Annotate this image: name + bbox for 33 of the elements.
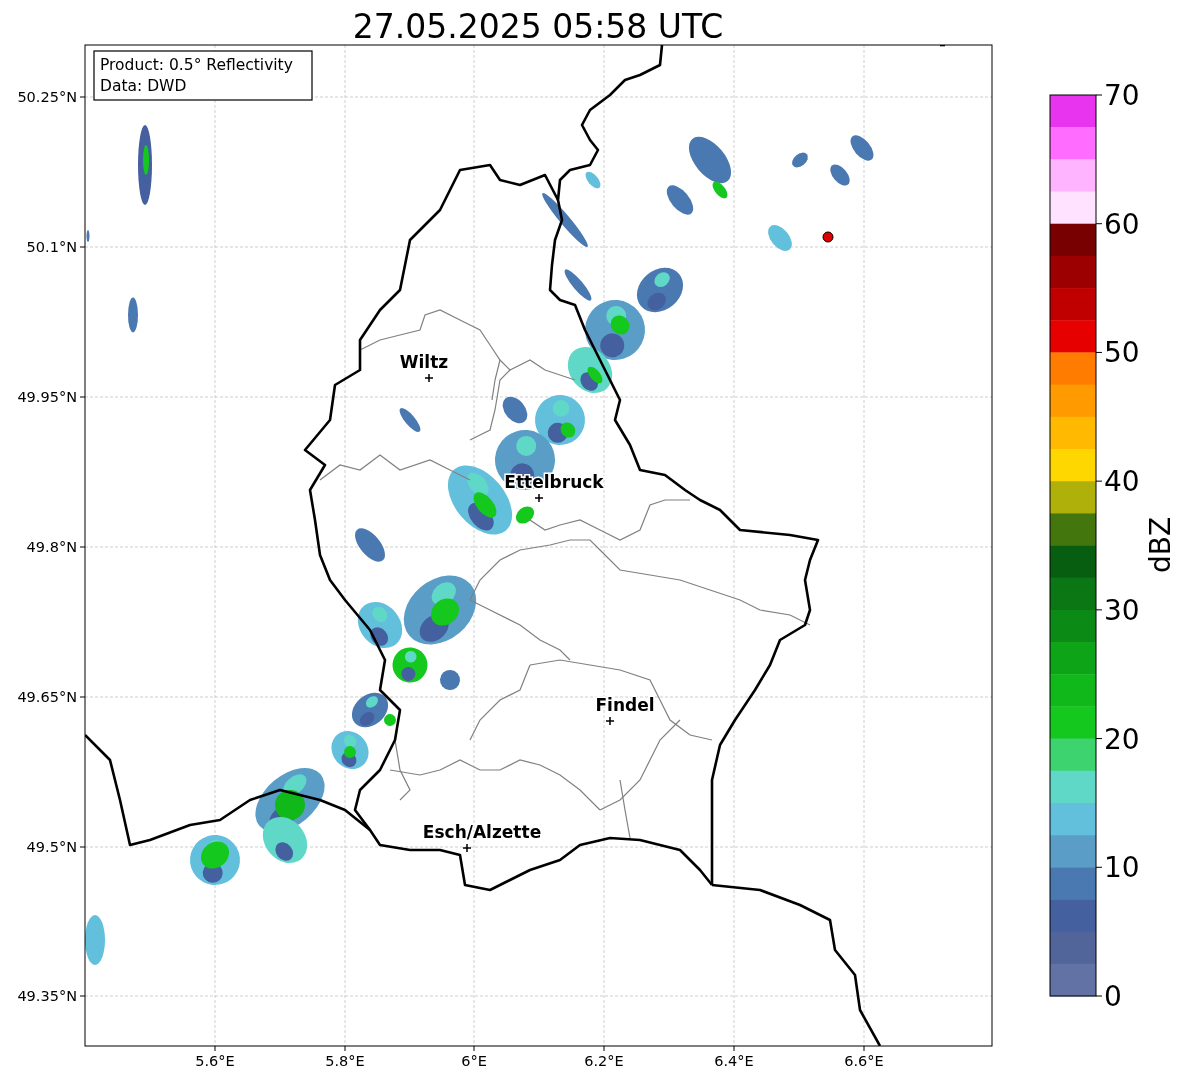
longitude-tick-label: 5.6°E — [195, 1053, 235, 1069]
city-label: Wiltz — [399, 352, 449, 372]
colorbar-tick-label: 0 — [1104, 980, 1122, 1013]
info-text: Product: 0.5° Reflectivity — [100, 56, 293, 74]
city-marker-icon — [424, 373, 434, 383]
latitude-tick-label: 49.95°N — [17, 389, 77, 405]
colorbar-tick-label: 30 — [1104, 593, 1140, 627]
map-title: 27.05.2025 05:58 UTC — [352, 7, 724, 46]
latitude-tick-label: 49.8°N — [26, 539, 77, 555]
colorbar-tick-label: 20 — [1104, 722, 1140, 756]
latitude-tick-label: 49.35°N — [17, 988, 77, 1004]
longitude-tick-label: 6.6°E — [844, 1053, 884, 1069]
longitude-tick-label: 5.8°E — [325, 1053, 365, 1069]
latitude-tick-label: 49.65°N — [17, 689, 77, 705]
colorbar-tick-label: 10 — [1104, 851, 1140, 885]
latitude-tick-label: 50.25°N — [17, 89, 77, 105]
city-label: Findel — [595, 695, 655, 715]
colorbar-tick-label: 60 — [1104, 207, 1140, 241]
latitude-tick-label: 50.1°N — [26, 239, 77, 255]
longitude-tick-label: 6°E — [461, 1053, 487, 1069]
latitude-tick-label: 49.5°N — [26, 839, 77, 855]
city-marker-icon — [534, 493, 544, 503]
radar-site-marker — [822, 231, 834, 243]
longitude-tick-label: 6.2°E — [584, 1053, 624, 1069]
city-marker-icon — [462, 843, 472, 853]
colorbar-tick-label: 70 — [1104, 79, 1140, 112]
longitude-tick-label: 6.4°E — [714, 1053, 754, 1069]
colorbar-label: dBZ — [1144, 516, 1177, 574]
info-text: Data: DWD — [100, 77, 187, 95]
city-marker-icon — [605, 716, 615, 726]
city-label: Esch/Alzette — [422, 822, 542, 842]
colorbar-tick-label: 40 — [1104, 465, 1140, 499]
colorbar-tick-label: 50 — [1104, 336, 1140, 370]
